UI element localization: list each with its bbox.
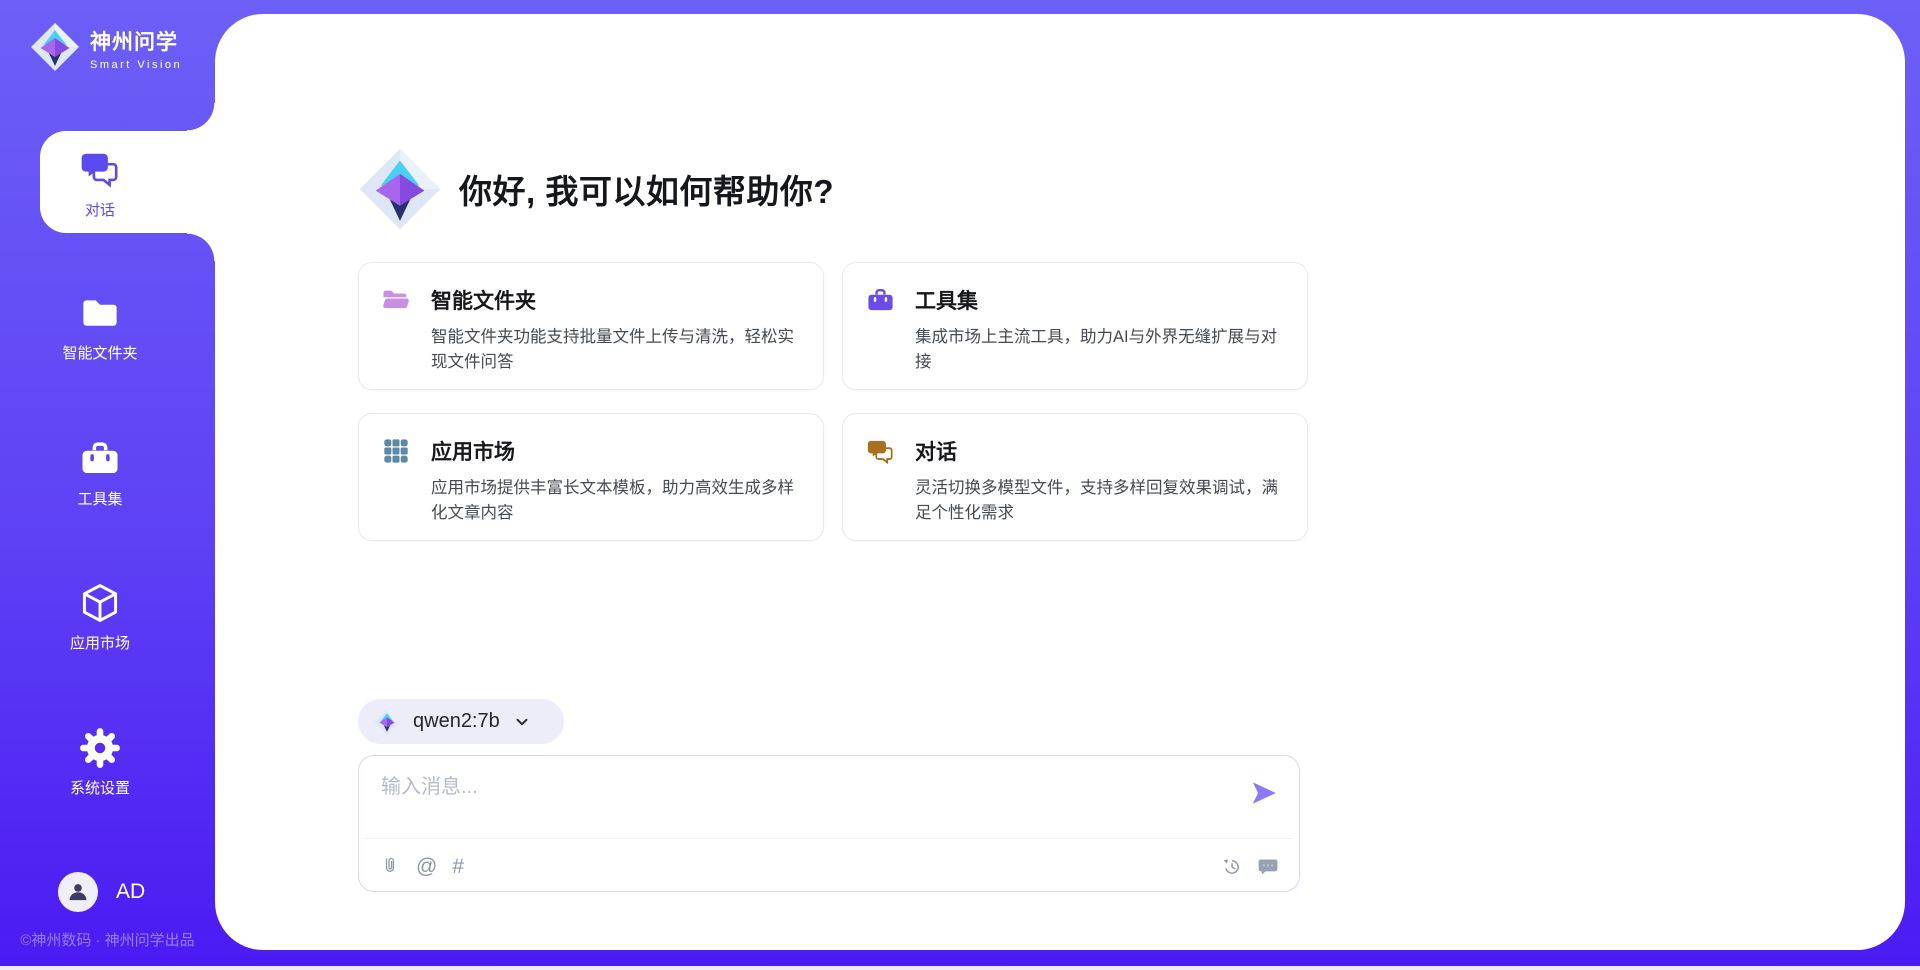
brand-diamond-icon	[374, 709, 400, 735]
new-chat-button[interactable]	[1257, 855, 1279, 879]
feature-cards: 智能文件夹 智能文件夹功能支持批量文件上传与清洗，轻松实现文件问答 工具集 集成…	[358, 262, 1308, 541]
user-account[interactable]: AD	[58, 872, 145, 912]
card-title: 应用市场	[431, 436, 515, 466]
sidebar-item-label: 智能文件夹	[62, 342, 137, 363]
open-folder-icon	[381, 285, 411, 315]
composer-divider	[365, 838, 1293, 839]
greeting-block: 你好, 我可以如何帮助你?	[358, 147, 834, 231]
sidebar-item-settings[interactable]: 系统设置	[0, 726, 200, 798]
toolbox-icon	[79, 437, 121, 481]
user-avatar-icon	[65, 879, 91, 905]
sidebar-item-app-market[interactable]: 应用市场	[0, 581, 200, 653]
card-app-market[interactable]: 应用市场 应用市场提供丰富长文本模板，助力高效生成多样化文章内容	[358, 413, 824, 541]
card-smart-folder[interactable]: 智能文件夹 智能文件夹功能支持批量文件上传与清洗，轻松实现文件问答	[358, 262, 824, 390]
sidebar-item-label: 工具集	[77, 488, 122, 509]
model-selector[interactable]: qwen2:7b	[358, 699, 564, 744]
grid-icon	[381, 436, 411, 466]
brand-diamond-icon	[358, 147, 442, 231]
hash-icon: #	[452, 855, 464, 879]
brand-diamond-icon	[30, 22, 80, 72]
sidebar-item-smart-folder[interactable]: 智能文件夹	[0, 291, 200, 363]
brand: 神州问学 Smart Vision	[30, 22, 182, 72]
sidebar: 神州问学 Smart Vision 对话 智能文件夹 工具集 应用市场	[0, 0, 215, 966]
sidebar-item-label: 应用市场	[70, 632, 130, 653]
content-column: 你好, 我可以如何帮助你? 智能文件夹 智能文件夹功能支持批量文件上传与清洗，轻…	[358, 0, 1308, 970]
history-button[interactable]	[1221, 855, 1243, 879]
sidebar-item-label: 对话	[85, 199, 115, 220]
gear-icon	[79, 726, 121, 770]
sidebar-footer: ©神州数码 · 神州问学出品	[0, 929, 215, 950]
composer-toolbar: @ #	[379, 850, 1279, 884]
history-icon	[1221, 856, 1243, 878]
card-title: 工具集	[915, 285, 978, 315]
tab-fillet-bottom	[187, 233, 215, 261]
card-description: 集成市场上主流工具，助力AI与外界无缝扩展与对接	[915, 325, 1283, 375]
avatar	[58, 872, 98, 912]
at-icon: @	[416, 855, 437, 879]
cube-icon	[78, 581, 122, 625]
card-description: 灵活切换多模型文件，支持多样回复效果调试，满足个性化需求	[915, 476, 1283, 526]
message-composer: @ #	[358, 755, 1300, 892]
card-description: 应用市场提供丰富长文本模板，助力高效生成多样化文章内容	[431, 476, 799, 526]
brand-subtitle: Smart Vision	[90, 59, 182, 71]
sidebar-item-label: 系统设置	[70, 777, 130, 798]
chat-icon	[865, 436, 895, 466]
message-input[interactable]	[381, 770, 1221, 830]
chat-icon	[79, 147, 121, 191]
brand-name: 神州问学	[90, 26, 182, 56]
topic-button[interactable]: #	[452, 855, 464, 879]
paperclip-icon	[379, 856, 401, 878]
model-selector-value: qwen2:7b	[413, 710, 500, 733]
sidebar-item-toolbox[interactable]: 工具集	[0, 437, 200, 509]
attach-file-button[interactable]	[379, 855, 401, 879]
card-description: 智能文件夹功能支持批量文件上传与清洗，轻松实现文件问答	[431, 325, 799, 375]
window-bottom-edge	[0, 966, 1920, 970]
message-icon	[1257, 856, 1279, 878]
card-title: 对话	[915, 436, 957, 466]
send-icon	[1249, 778, 1279, 808]
send-button[interactable]	[1249, 778, 1279, 808]
briefcase-icon	[865, 285, 895, 315]
user-name: AD	[116, 880, 145, 904]
folder-icon	[79, 291, 121, 335]
tab-fillet-top	[187, 103, 215, 131]
mention-button[interactable]: @	[416, 855, 437, 879]
card-title: 智能文件夹	[431, 285, 536, 315]
greeting-title: 你好, 我可以如何帮助你?	[459, 165, 834, 213]
sidebar-item-chat[interactable]: 对话	[40, 131, 215, 233]
card-chat[interactable]: 对话 灵活切换多模型文件，支持多样回复效果调试，满足个性化需求	[842, 413, 1308, 541]
card-toolbox[interactable]: 工具集 集成市场上主流工具，助力AI与外界无缝扩展与对接	[842, 262, 1308, 390]
chevron-down-icon	[513, 713, 531, 731]
